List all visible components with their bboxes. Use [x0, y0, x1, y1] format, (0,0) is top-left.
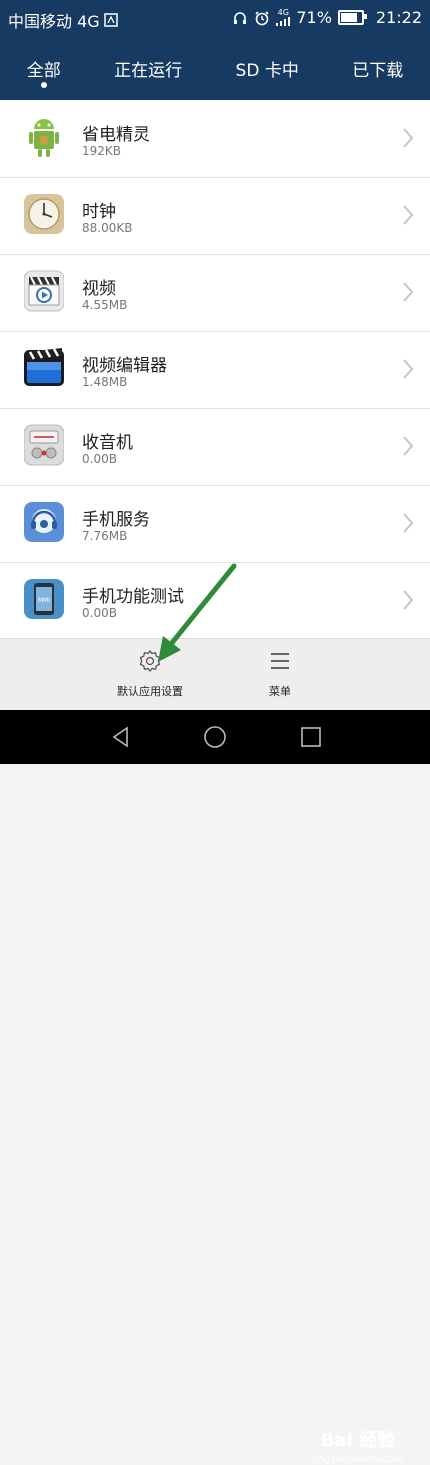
- chevron-right-icon: [403, 128, 414, 148]
- phone-service-icon: [24, 502, 64, 542]
- app-name: 视频: [82, 279, 116, 299]
- battery-percent: 71%: [296, 8, 332, 27]
- list-item[interactable]: MMI 手机功能测试 0.00B: [0, 562, 430, 638]
- app-size: 88.00KB: [82, 221, 133, 235]
- app-name: 省电精灵: [82, 125, 150, 145]
- app-size: 0.00B: [82, 606, 117, 620]
- home-icon[interactable]: [203, 725, 227, 749]
- app-size: 7.76MB: [82, 529, 128, 543]
- list-item[interactable]: 手机服务 7.76MB: [0, 485, 430, 563]
- video-icon: [24, 270, 64, 312]
- list-item[interactable]: 收音机 0.00B: [0, 408, 430, 486]
- clock-time: 21:22: [375, 8, 422, 27]
- default-app-settings-button[interactable]: 默认应用设置: [90, 649, 210, 699]
- tab-all[interactable]: 全部: [21, 44, 67, 92]
- sim-icon: [103, 13, 118, 27]
- menu-label: 菜单: [269, 685, 291, 698]
- carrier-text: 中国移动 4G: [8, 12, 100, 31]
- default-app-settings-label: 默认应用设置: [117, 685, 183, 698]
- menu-icon: [271, 653, 289, 669]
- svg-text:MMI: MMI: [38, 597, 50, 604]
- tab-label: 已下载: [352, 60, 404, 81]
- menu-button[interactable]: 菜单: [220, 649, 340, 699]
- navigation-bar: Bai 经验 jingyan.baidu.com: [0, 710, 430, 1465]
- gear-icon: [139, 650, 161, 672]
- list-item[interactable]: 省电精灵 192KB: [0, 100, 430, 178]
- app-name: 时钟: [82, 202, 116, 222]
- status-bar: 中国移动 4G 4G 71% 21:22: [0, 0, 430, 36]
- chevron-right-icon: [403, 205, 414, 225]
- baidu-jingyan-watermark: Bai 经验 jingyan.baidu.com: [312, 1426, 404, 1465]
- app-list: 省电精灵 192KB 时钟 88.00KB 视频 4.55MB 视频编辑器 1.…: [0, 100, 430, 638]
- network-type: 4G: [276, 9, 291, 26]
- list-item[interactable]: 视频 4.55MB: [0, 254, 430, 332]
- tab-sd-card[interactable]: SD 卡中: [230, 44, 305, 92]
- radio-icon: [24, 424, 64, 466]
- tab-label: 全部: [26, 60, 61, 81]
- tab-running[interactable]: 正在运行: [108, 44, 188, 92]
- chevron-right-icon: [403, 436, 414, 456]
- tab-label: SD 卡中: [235, 60, 299, 81]
- tab-downloaded[interactable]: 已下载: [346, 44, 409, 92]
- chevron-right-icon: [403, 590, 414, 610]
- signal-icon: [276, 17, 291, 26]
- app-name: 视频编辑器: [82, 356, 167, 376]
- mmi-test-icon: MMI: [24, 579, 64, 619]
- video-editor-icon: [24, 348, 64, 386]
- active-tab-indicator: [40, 82, 47, 88]
- watermark-url: jingyan.baidu.com: [311, 1454, 404, 1465]
- battery-level: [340, 13, 357, 22]
- app-size: 0.00B: [82, 452, 117, 466]
- recent-apps-icon[interactable]: [300, 726, 322, 748]
- app-size: 4.55MB: [82, 298, 128, 312]
- watermark-title: Bai 经验: [320, 1430, 396, 1451]
- back-icon[interactable]: [110, 726, 132, 748]
- clock-icon: [24, 194, 64, 234]
- headset-icon: [234, 11, 247, 24]
- tab-bar: 全部 正在运行 SD 卡中 已下载: [0, 36, 430, 100]
- alarm-icon: [255, 10, 269, 25]
- app-size: 192KB: [82, 144, 122, 158]
- bottom-action-bar: 默认应用设置 菜单: [0, 638, 430, 711]
- chevron-right-icon: [403, 359, 414, 379]
- list-item[interactable]: 视频编辑器 1.48MB: [0, 331, 430, 409]
- android-icon: [29, 119, 59, 157]
- app-size: 1.48MB: [82, 375, 128, 389]
- chevron-right-icon: [403, 282, 414, 302]
- app-name: 手机服务: [82, 510, 150, 530]
- app-name: 手机功能测试: [82, 587, 184, 607]
- list-item[interactable]: 时钟 88.00KB: [0, 177, 430, 255]
- battery-icon: [337, 10, 367, 25]
- tab-label: 正在运行: [114, 60, 183, 81]
- chevron-right-icon: [403, 513, 414, 533]
- app-name: 收音机: [82, 433, 133, 453]
